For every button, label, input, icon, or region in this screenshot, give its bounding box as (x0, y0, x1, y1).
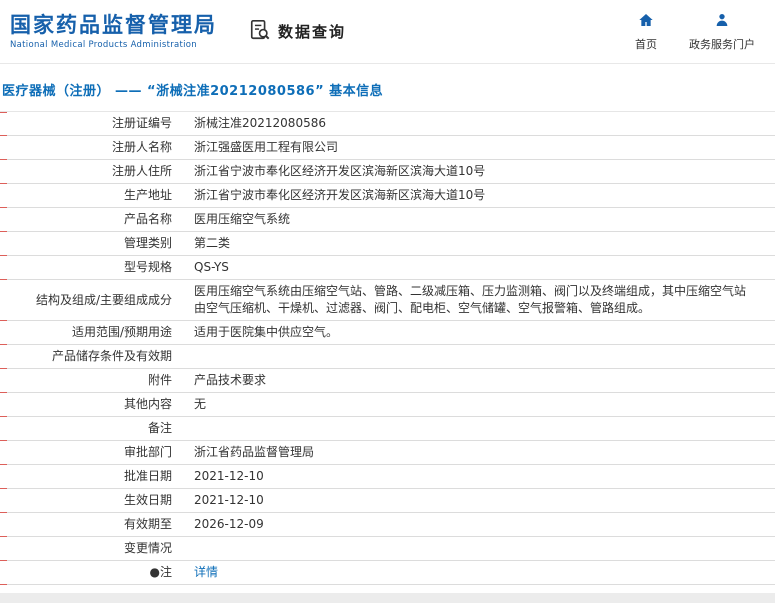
table-row: 型号规格 QS-YS (0, 256, 775, 280)
row-label: 产品储存条件及有效期 (51, 349, 172, 363)
row-label: 管理类别 (123, 236, 172, 250)
table-row: 生产地址 浙江省宁波市奉化区经济开发区滨海新区滨海大道10号 (0, 184, 775, 208)
row-value: 产品技术要求 (194, 373, 267, 387)
table-row: 生效日期 2021-12-10 (0, 489, 775, 513)
nav-item-home[interactable]: 首页 (635, 12, 657, 52)
row-value: 医用压缩空气系统 (194, 212, 291, 226)
title-bar: 医疗器械（注册） —— “浙械注准20212080586” 基本信息 (0, 64, 775, 112)
user-icon (714, 12, 730, 31)
table-row: 适用范围/预期用途 适用于医院集中供应空气。 (0, 321, 775, 345)
footer (0, 593, 775, 603)
row-label: 生效日期 (123, 493, 172, 507)
header-nav: 首页 政务服务门户 (635, 12, 759, 52)
row-value: 浙械注准20212080586 (194, 116, 326, 130)
row-value: 2021-12-10 (194, 469, 264, 483)
data-query-label: 数据查询 (278, 23, 347, 41)
row-value: 详情 (180, 561, 775, 584)
table-row: 批准日期 2021-12-10 (0, 465, 775, 489)
table-row: 注册证编号 浙械注准20212080586 (0, 112, 775, 136)
site-logo[interactable]: 国家药品监督管理局 National Medical Products Admi… (10, 13, 217, 49)
detail-table: 注册证编号 浙械注准20212080586 注册人名称 浙江强盛医用工程有限公司… (0, 112, 775, 585)
site-name: 国家药品监督管理局 (10, 13, 217, 38)
row-label: 变更情况 (123, 541, 172, 555)
data-query-section[interactable]: 数据查询 (249, 19, 346, 45)
row-label: 注册人名称 (111, 140, 172, 154)
site-name-en: National Medical Products Administration (10, 39, 197, 50)
table-row: 有效期至 2026-12-09 (0, 513, 775, 537)
row-label: 审批部门 (123, 445, 172, 459)
table-row: 备注 (0, 417, 775, 441)
home-icon (638, 12, 654, 31)
site-header: 国家药品监督管理局 National Medical Products Admi… (0, 0, 775, 64)
row-label: 有效期至 (123, 517, 172, 531)
table-row: 管理类别 第二类 (0, 232, 775, 256)
row-label: 适用范围/预期用途 (71, 325, 172, 339)
table-row: 注册人名称 浙江强盛医用工程有限公司 (0, 136, 775, 160)
row-value: 2021-12-10 (194, 493, 264, 507)
nav-item-portal[interactable]: 政务服务门户 (689, 12, 755, 52)
table-row: ●注 详情 (0, 561, 775, 585)
row-label: ●注 (149, 565, 172, 579)
row-label: 结构及组成/主要组成成分 (35, 292, 172, 307)
row-value (180, 345, 775, 368)
row-value: 2026-12-09 (194, 517, 264, 531)
table-row: 变更情况 (0, 537, 775, 561)
row-value: 浙江省药品监督管理局 (194, 445, 315, 459)
data-search-icon (249, 19, 271, 45)
nav-portal-label: 政务服务门户 (689, 37, 755, 51)
table-row: 产品储存条件及有效期 (0, 345, 775, 369)
detail-link[interactable]: 详情 (194, 564, 218, 581)
row-label: 产品名称 (123, 212, 172, 226)
row-label: 批准日期 (123, 469, 172, 483)
row-value: 适用于医院集中供应空气。 (194, 325, 339, 339)
row-label: 型号规格 (123, 260, 172, 274)
table-row: 结构及组成/主要组成成分 医用压缩空气系统由压缩空气站、管路、二级减压箱、压力监… (0, 280, 775, 321)
row-value: 浙江省宁波市奉化区经济开发区滨海新区滨海大道10号 (194, 164, 486, 178)
row-label: 注册证编号 (111, 116, 172, 130)
table-row: 产品名称 医用压缩空气系统 (0, 208, 775, 232)
row-value: 第二类 (194, 236, 231, 250)
nav-home-label: 首页 (635, 37, 657, 51)
row-value (180, 417, 775, 440)
row-label: 生产地址 (123, 188, 172, 202)
row-value: QS-YS (194, 260, 229, 274)
row-label: 其他内容 (123, 397, 172, 411)
row-value: 浙江省宁波市奉化区经济开发区滨海新区滨海大道10号 (194, 188, 486, 202)
row-label: 注册人住所 (111, 164, 172, 178)
row-label: 备注 (147, 421, 172, 435)
row-value: 浙江强盛医用工程有限公司 (194, 140, 339, 154)
row-value (180, 537, 775, 560)
table-row: 其他内容 无 (0, 393, 775, 417)
table-row: 审批部门 浙江省药品监督管理局 (0, 441, 775, 465)
row-value: 无 (194, 397, 207, 411)
page-title: 医疗器械（注册） —— “浙械注准20212080586” 基本信息 (2, 84, 384, 99)
table-row: 附件 产品技术要求 (0, 369, 775, 393)
table-row: 注册人住所 浙江省宁波市奉化区经济开发区滨海新区滨海大道10号 (0, 160, 775, 184)
row-value: 医用压缩空气系统由压缩空气站、管路、二级减压箱、压力监测箱、阀门以及终端组成，其… (194, 284, 747, 315)
row-label: 附件 (147, 373, 172, 387)
